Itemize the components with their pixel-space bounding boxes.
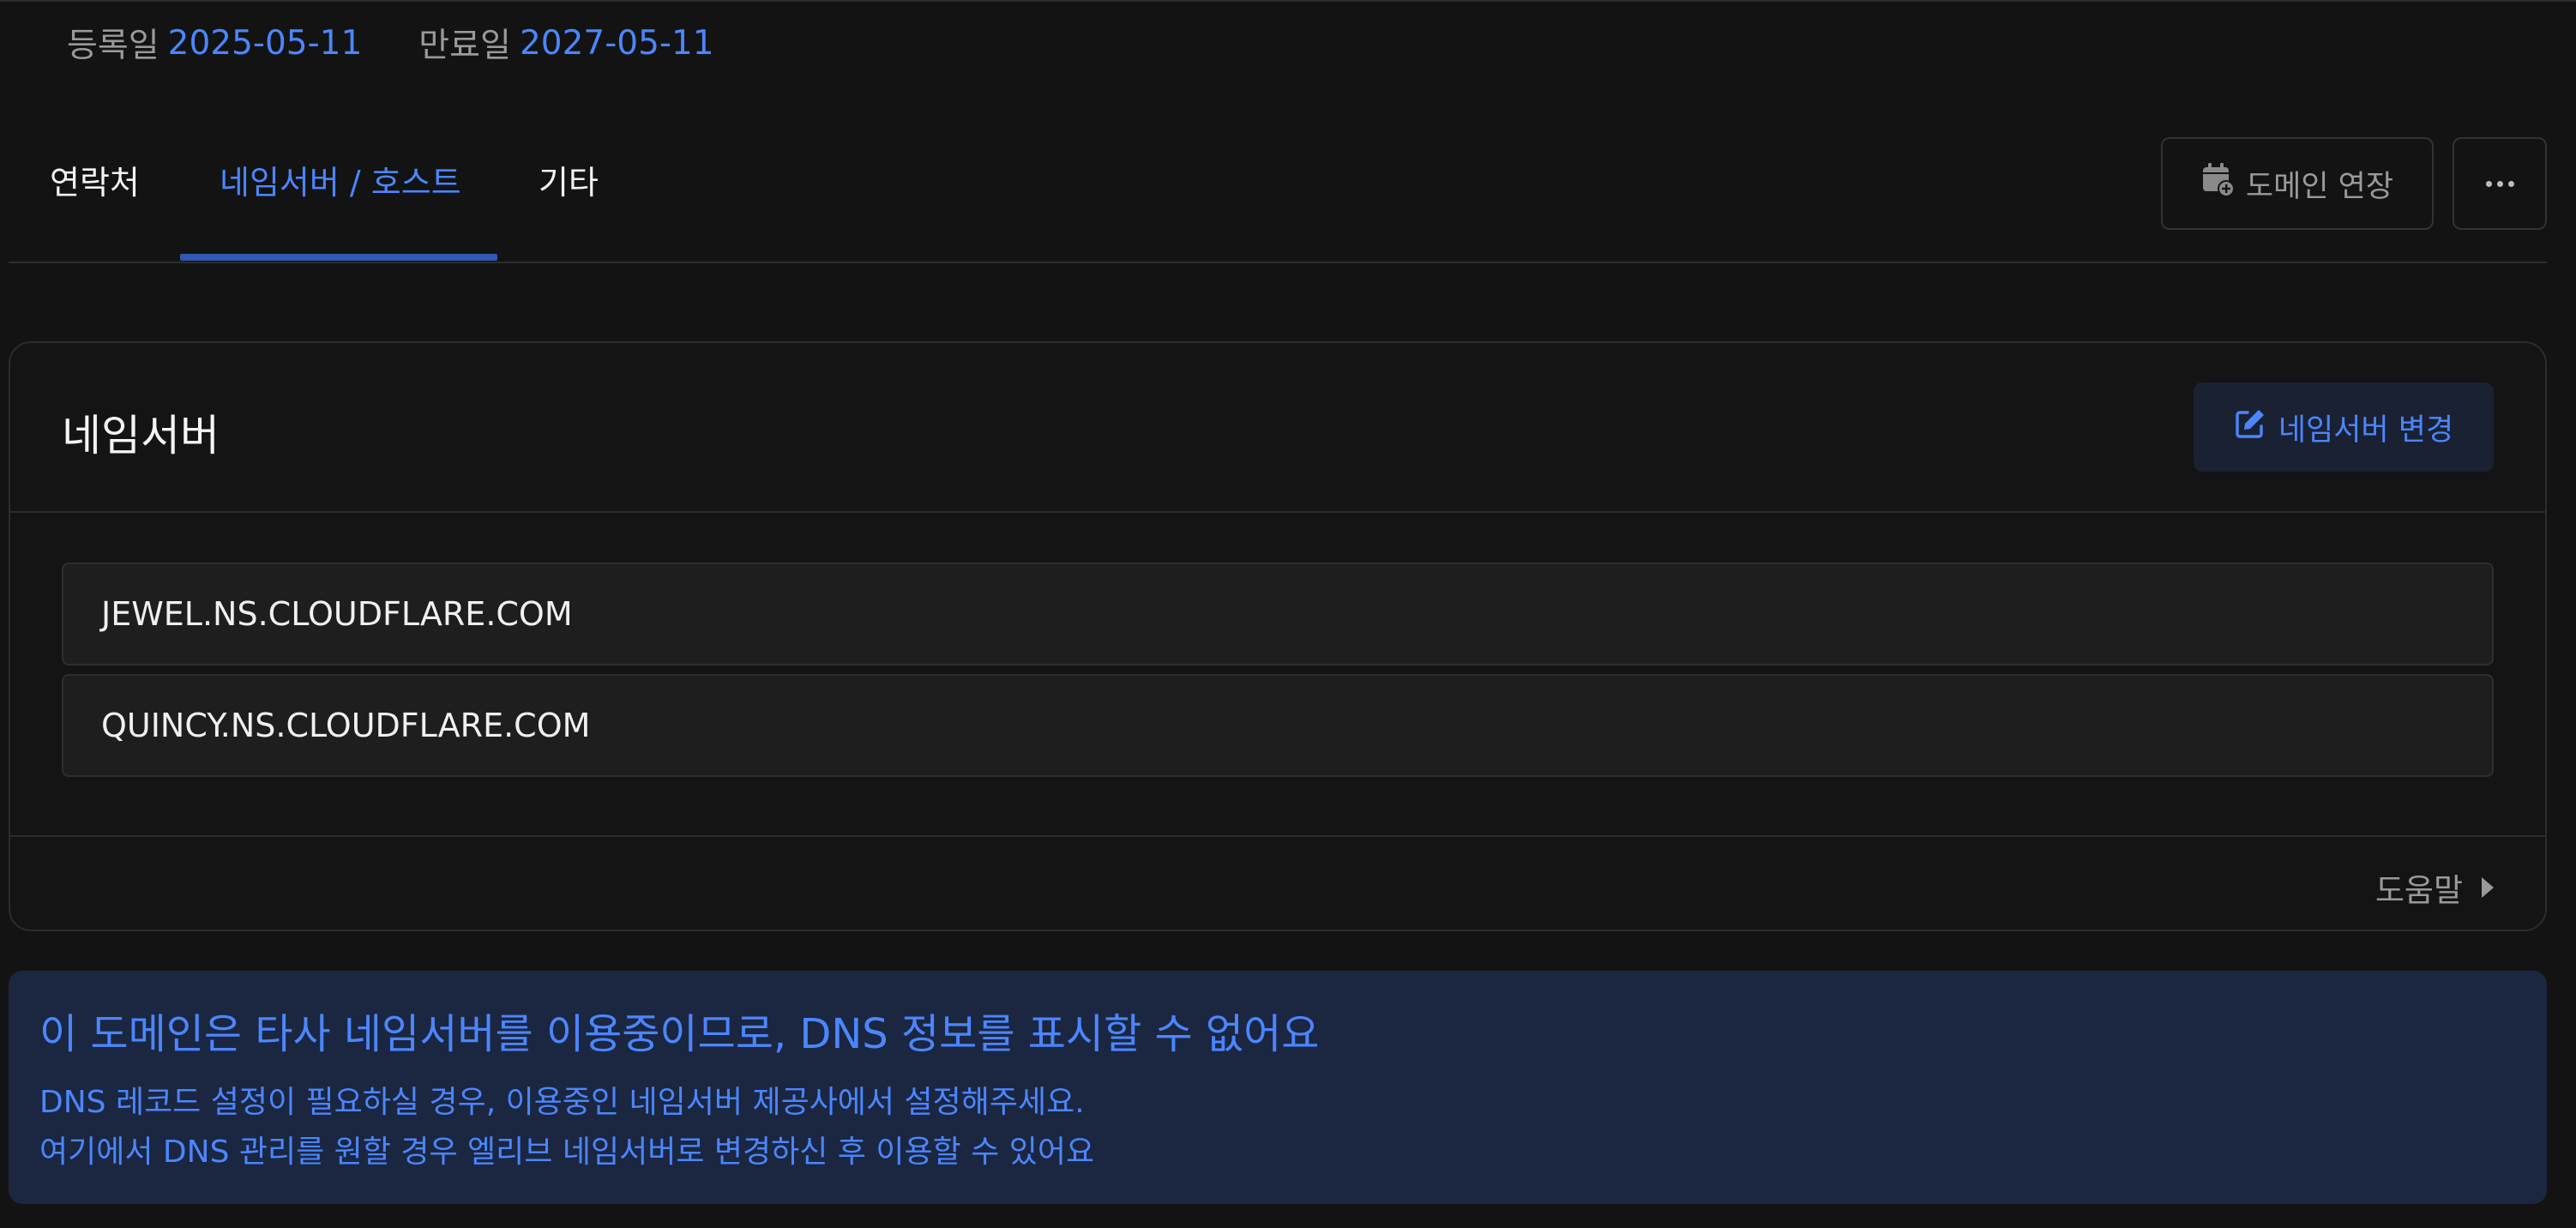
dns-notice-banner: 이 도메인은 타사 네임서버를 이용중이므로, DNS 정보를 표시할 수 없어… xyxy=(9,971,2547,1204)
calendar-plus-icon xyxy=(2201,162,2236,206)
notice-title: 이 도메인은 타사 네임서버를 이용중이므로, DNS 정보를 표시할 수 없어… xyxy=(39,1010,1320,1058)
nameserver-card: 네임서버 네임서버 변경 JEWEL.NS.CLOUDFLARE.COM QUI… xyxy=(9,341,2547,931)
help-link[interactable]: 도움말 xyxy=(2375,864,2494,911)
active-tab-indicator xyxy=(180,254,497,261)
tab-nameserver-host[interactable]: 네임서버 / 호스트 xyxy=(220,156,461,203)
domain-dates: 등록일 2025-05-11 만료일 2027-05-11 xyxy=(67,19,714,67)
caret-right-icon xyxy=(2482,877,2494,898)
expiry-date: 2027-05-11 xyxy=(519,23,714,63)
expiry-label: 만료일 xyxy=(418,27,511,65)
tab-etc[interactable]: 기타 xyxy=(539,156,599,203)
notice-line: 여기에서 DNS 관리를 원할 경우 엘리브 네임서버로 변경하신 후 이용할 … xyxy=(39,1135,1095,1170)
change-nameserver-button[interactable]: 네임서버 변경 xyxy=(2194,382,2494,472)
tab-contact[interactable]: 연락처 xyxy=(50,156,140,203)
card-divider xyxy=(10,835,2545,837)
more-options-button[interactable] xyxy=(2453,137,2547,230)
registered-date: 2025-05-11 xyxy=(167,23,363,63)
change-nameserver-label: 네임서버 변경 xyxy=(2278,412,2454,448)
edit-icon xyxy=(2234,407,2266,448)
registered-label: 등록일 xyxy=(67,27,159,65)
nameserver-card-title: 네임서버 xyxy=(62,411,220,460)
notice-line: DNS 레코드 설정이 필요하실 경우, 이용중인 네임서버 제공사에서 설정해… xyxy=(39,1085,1085,1120)
nameserver-row: JEWEL.NS.CLOUDFLARE.COM xyxy=(62,563,2494,665)
help-label: 도움말 xyxy=(2374,872,2463,909)
tab-divider xyxy=(9,262,2547,263)
top-border xyxy=(0,0,2576,2)
card-divider xyxy=(10,511,2545,513)
renew-domain-label: 도메인 연장 xyxy=(2245,169,2394,204)
renew-domain-button[interactable]: 도메인 연장 xyxy=(2161,137,2434,230)
more-horizontal-icon xyxy=(2485,180,2514,187)
nameserver-row: QUINCY.NS.CLOUDFLARE.COM xyxy=(62,674,2494,777)
